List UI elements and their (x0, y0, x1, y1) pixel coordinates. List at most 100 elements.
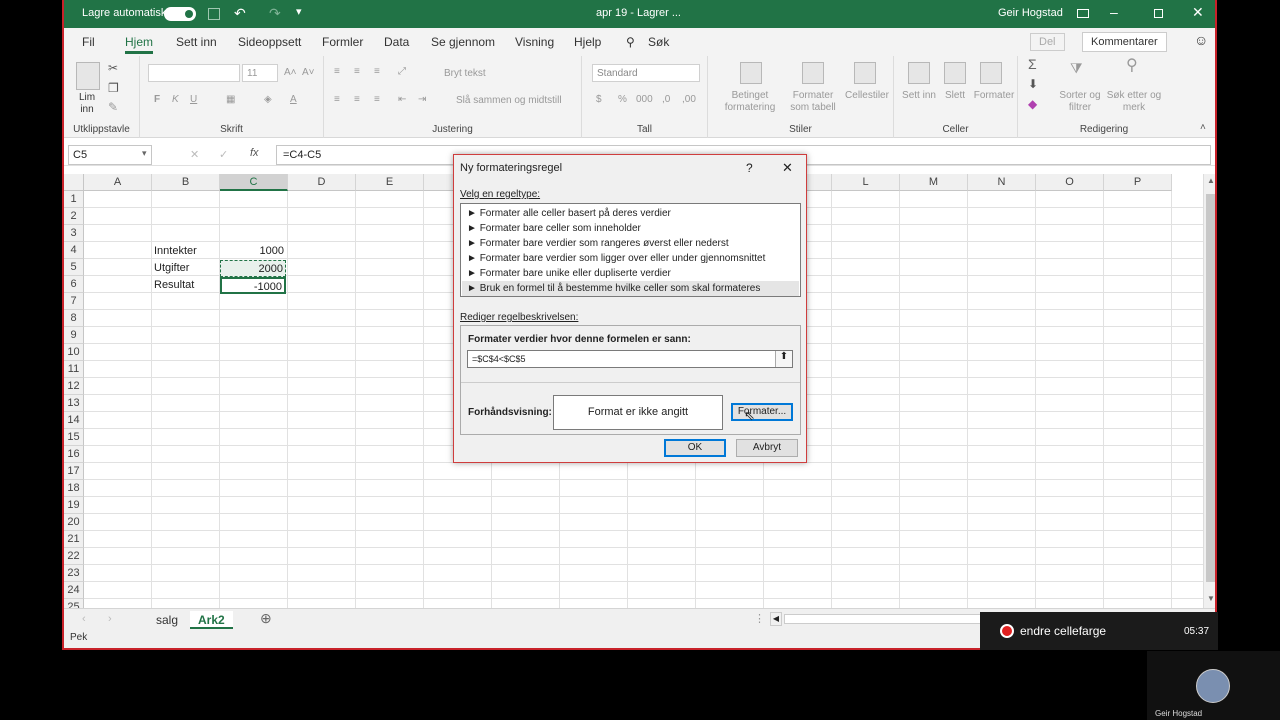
underline-button[interactable]: U (190, 94, 197, 106)
tab-sideoppsett[interactable]: Sideoppsett (238, 35, 301, 49)
conditional-formatting-button[interactable]: Betinget formatering (718, 90, 782, 114)
dialog-close-button[interactable]: ✕ (782, 160, 793, 176)
file-title[interactable]: apr 19 - Lagrer ... (596, 7, 681, 19)
paste-icon[interactable] (76, 62, 100, 90)
sheet-tab-salg[interactable]: salg (148, 611, 186, 629)
delete-cells-icon[interactable] (944, 62, 966, 84)
cut-icon[interactable]: ✂ (108, 62, 118, 74)
tab-se-gjennom[interactable]: Se gjennom (431, 35, 495, 49)
delete-cells-button[interactable]: Slett (938, 90, 972, 102)
user-name[interactable]: Geir Hogstad (998, 7, 1063, 19)
scroll-down-icon[interactable]: ▼ (1207, 594, 1215, 603)
align-left-icon[interactable]: ≡ (334, 94, 340, 106)
orientation-icon[interactable]: ⤢ (398, 66, 406, 78)
tab-visning[interactable]: Visning (515, 35, 554, 49)
cell-c4[interactable]: 1000 (220, 243, 286, 260)
rule-type-option[interactable]: ► Formater bare verdier som ligger over … (467, 253, 765, 264)
tab-fil[interactable]: Fil (82, 35, 95, 49)
column-header-l[interactable]: L (832, 174, 900, 191)
rule-type-option[interactable]: ► Formater alle celler basert på deres v… (467, 208, 671, 219)
cell-b5[interactable]: Utgifter (154, 260, 189, 277)
close-icon[interactable]: ✕ (1192, 4, 1204, 21)
find-select-icon[interactable]: ⚲ (1126, 58, 1138, 74)
paste-button[interactable]: Lim inn (72, 92, 102, 116)
row-header[interactable]: 25 (64, 599, 84, 608)
decrease-decimal-icon[interactable]: ,00 (682, 94, 696, 106)
currency-icon[interactable]: $ (596, 94, 602, 106)
scroll-up-icon[interactable]: ▲ (1207, 176, 1215, 185)
decrease-indent-icon[interactable]: ⇤ (398, 94, 406, 106)
align-top-icon[interactable]: ≡ (334, 66, 340, 78)
collapse-dialog-icon[interactable]: ⬆ (775, 351, 792, 367)
save-icon[interactable] (208, 8, 220, 20)
hscroll-left-icon[interactable]: ◀ (770, 612, 782, 626)
column-header-e[interactable]: E (356, 174, 424, 191)
column-header-c[interactable]: C (220, 174, 288, 191)
row-header[interactable]: 3 (64, 225, 84, 242)
minimize-icon[interactable]: – (1110, 4, 1118, 20)
search-icon[interactable]: ⚲ (626, 35, 635, 49)
column-header-p[interactable]: P (1104, 174, 1172, 191)
collapse-ribbon-icon[interactable]: ˄ (1200, 122, 1206, 134)
tab-sok[interactable]: Søk (648, 35, 669, 49)
row-header[interactable]: 20 (64, 514, 84, 531)
row-header[interactable]: 15 (64, 429, 84, 446)
font-name-select[interactable] (148, 64, 240, 82)
prev-sheet-icon[interactable]: ‹ (82, 613, 86, 625)
cancel-button[interactable]: Avbryt (736, 439, 798, 457)
rule-formula-input[interactable]: =$C$4<$C$5 (467, 350, 793, 368)
tab-split-handle[interactable]: ⋮ (754, 612, 765, 625)
insert-cells-button[interactable]: Sett inn (900, 90, 938, 102)
row-header[interactable]: 23 (64, 565, 84, 582)
undo-icon[interactable]: ↶ (234, 5, 246, 22)
confirm-formula-icon[interactable]: ✓ (219, 148, 228, 161)
column-header-d[interactable]: D (288, 174, 356, 191)
row-header[interactable]: 7 (64, 293, 84, 310)
cell-b6[interactable]: Resultat (154, 277, 194, 294)
format-cells-button[interactable]: Formater (972, 90, 1016, 102)
row-header[interactable]: 14 (64, 412, 84, 429)
row-header[interactable]: 24 (64, 582, 84, 599)
comma-style-icon[interactable]: 000 (636, 94, 653, 106)
increase-indent-icon[interactable]: ⇥ (418, 94, 426, 106)
row-header[interactable]: 21 (64, 531, 84, 548)
cell-c5[interactable]: 2000 (220, 260, 286, 277)
number-format-select[interactable]: Standard (592, 64, 700, 82)
row-header[interactable]: 5 (64, 259, 84, 276)
shrink-font-icon[interactable]: A˅ (302, 67, 315, 79)
format-button[interactable]: Formater... (731, 403, 793, 421)
next-sheet-icon[interactable]: › (108, 613, 112, 625)
column-header-b[interactable]: B (152, 174, 220, 191)
row-header[interactable]: 17 (64, 463, 84, 480)
font-color-icon[interactable]: A (290, 94, 297, 106)
row-header[interactable]: 1 (64, 191, 84, 208)
scroll-thumb[interactable] (1206, 194, 1215, 582)
find-select-button[interactable]: Søk etter og merk (1106, 90, 1162, 114)
cell-c6[interactable]: -1000 (220, 277, 286, 294)
row-header[interactable]: 11 (64, 361, 84, 378)
autosave-toggle[interactable] (164, 7, 196, 21)
align-middle-icon[interactable]: ≡ (354, 66, 360, 78)
fill-color-icon[interactable]: ◈ (264, 94, 272, 106)
row-header[interactable]: 8 (64, 310, 84, 327)
column-header-m[interactable]: M (900, 174, 968, 191)
sort-filter-icon[interactable]: ⧩ (1070, 61, 1083, 75)
rule-type-option[interactable]: ► Formater bare unike eller dupliserte v… (467, 268, 671, 279)
customize-qat-icon[interactable]: ▾ (296, 5, 302, 18)
feedback-icon[interactable]: ☺ (1194, 32, 1208, 48)
tab-hjelp[interactable]: Hjelp (574, 35, 601, 49)
align-center-icon[interactable]: ≡ (354, 94, 360, 106)
row-header[interactable]: 19 (64, 497, 84, 514)
rule-type-option[interactable]: ► Formater bare verdier som rangeres øve… (467, 238, 729, 249)
row-header[interactable]: 18 (64, 480, 84, 497)
cell-styles-icon[interactable] (854, 62, 876, 84)
share-button[interactable]: Del (1030, 33, 1065, 51)
rule-type-option-selected[interactable]: ► Bruk en formel til å bestemme hvilke c… (462, 281, 799, 296)
row-header[interactable]: 6 (64, 276, 84, 293)
column-header-a[interactable]: A (84, 174, 152, 191)
maximize-icon[interactable] (1154, 9, 1163, 18)
increase-decimal-icon[interactable]: ,0 (662, 94, 670, 106)
wrap-text-button[interactable]: Bryt tekst (444, 68, 486, 80)
insert-cells-icon[interactable] (908, 62, 930, 84)
copy-icon[interactable]: ❐ (108, 82, 119, 94)
